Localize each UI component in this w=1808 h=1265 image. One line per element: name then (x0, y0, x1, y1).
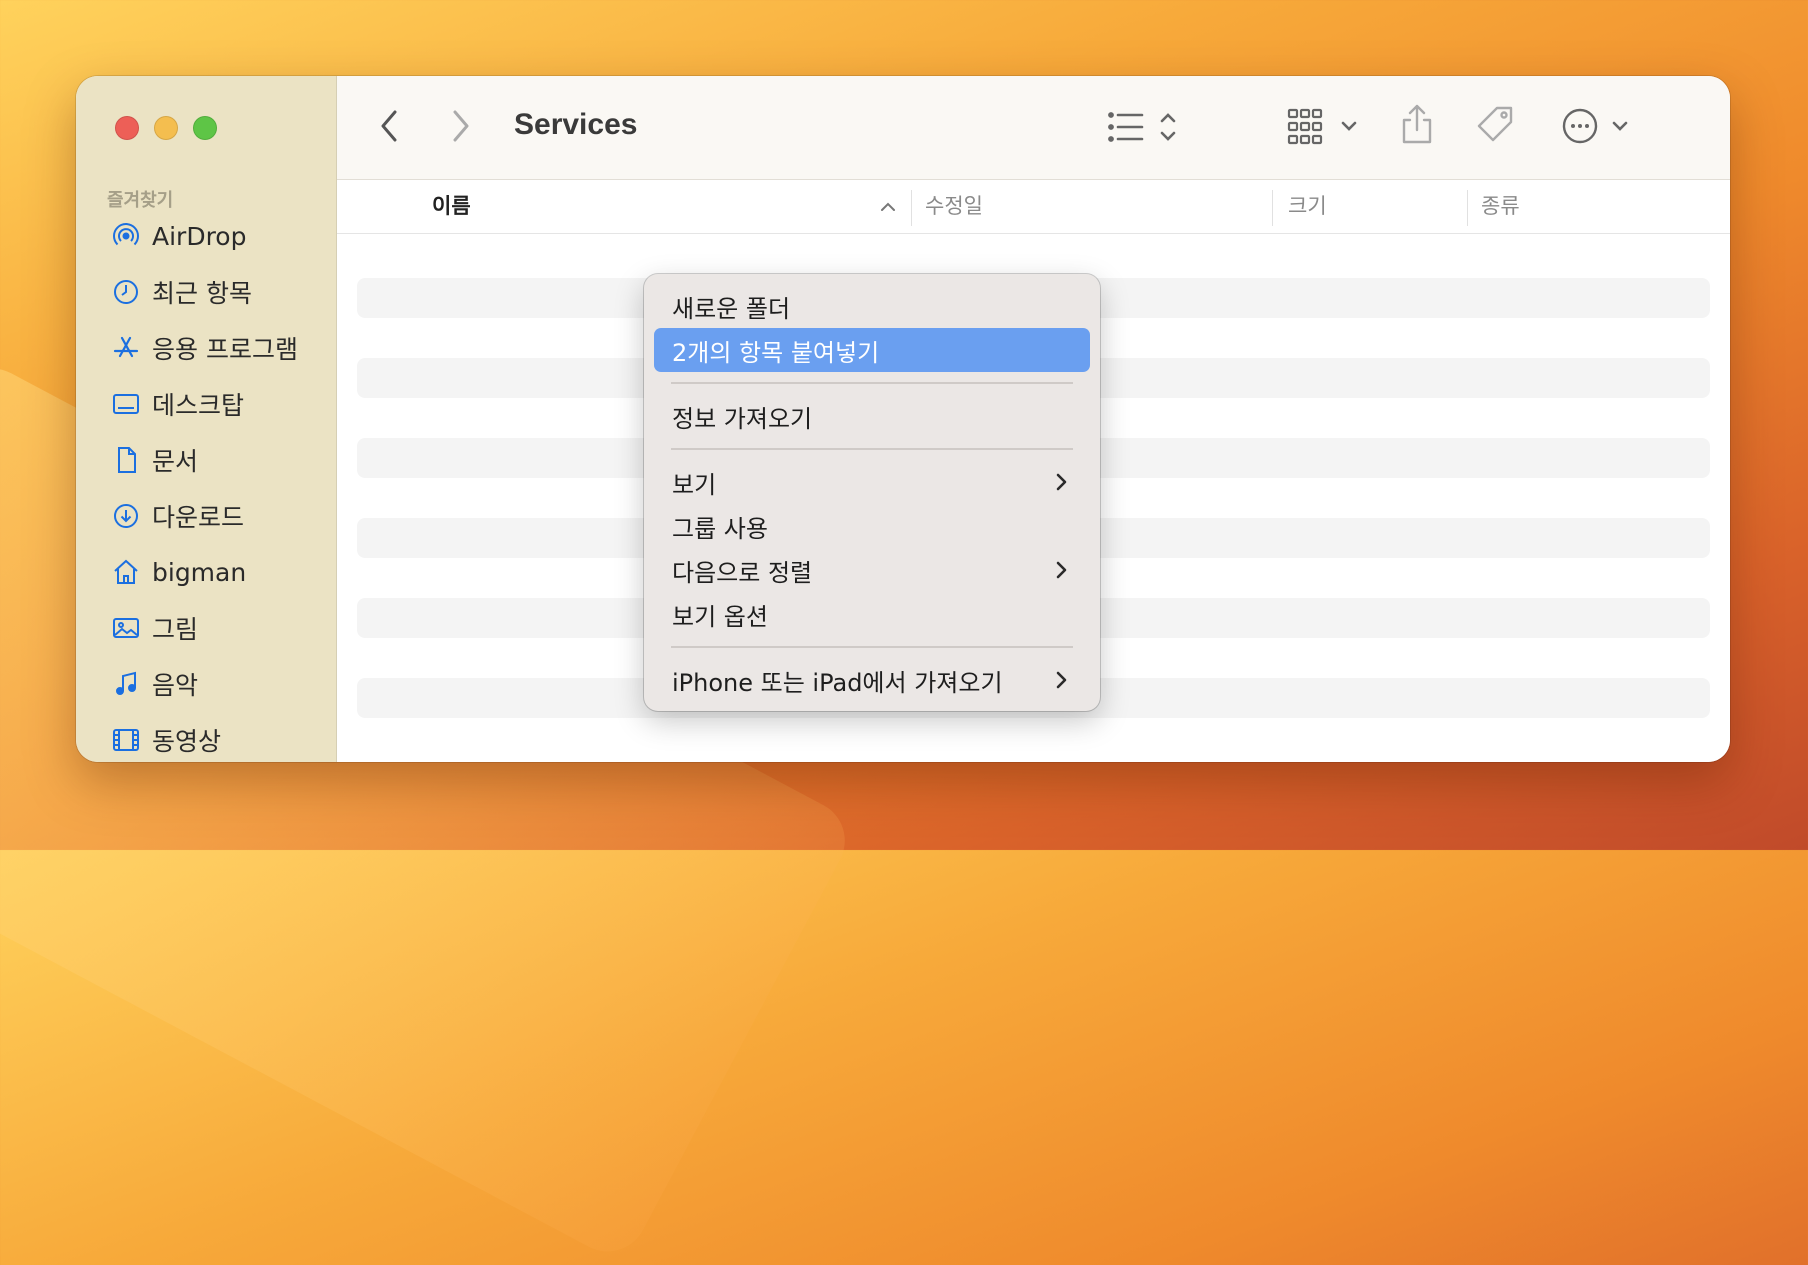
sidebar-item-label: 데스크탑 (152, 391, 245, 420)
window-controls (115, 116, 217, 140)
zoom-window-button[interactable] (193, 116, 217, 140)
back-button[interactable] (375, 106, 405, 146)
sidebar-item-label: 음악 (152, 671, 199, 700)
sidebar-item-airdrop[interactable]: AirDrop (76, 208, 336, 264)
sidebar-item-label: 그림 (152, 615, 199, 644)
sidebar-list: AirDrop 최근 항목 응용 프로그램 데스크탑 문서 다운로드 bigma… (76, 208, 336, 762)
airdrop-icon (110, 220, 142, 252)
group-view-button[interactable] (1287, 106, 1363, 146)
menu-item-label: 그룹 사용 (672, 514, 768, 543)
menu-item-label: 다음으로 정렬 (672, 558, 813, 587)
sidebar-item-label: 동영상 (152, 727, 222, 756)
desktop-icon (110, 388, 142, 420)
sort-ascending-icon (879, 198, 897, 216)
menu-item-paste-items[interactable]: 2개의 항목 붙여넣기 (654, 328, 1090, 372)
sidebar-item-pictures[interactable]: 그림 (76, 600, 336, 656)
sidebar-item-label: bigman (152, 557, 247, 587)
menu-separator (671, 448, 1073, 450)
menu-item-view-options[interactable]: 보기 옵션 (654, 592, 1090, 636)
menu-item-label: 새로운 폴더 (672, 294, 791, 323)
sidebar-item-movies[interactable]: 동영상 (76, 712, 336, 762)
column-divider (1272, 190, 1273, 226)
minimize-window-button[interactable] (154, 116, 178, 140)
sidebar: 즐겨찾기 AirDrop 최근 항목 응용 프로그램 데스크탑 문서 다운로드 … (76, 76, 337, 762)
sidebar-item-label: AirDrop (152, 221, 247, 251)
column-divider (911, 190, 912, 226)
sidebar-item-recents[interactable]: 최근 항목 (76, 264, 336, 320)
menu-separator (671, 382, 1073, 384)
menu-item-use-groups[interactable]: 그룹 사용 (654, 504, 1090, 548)
sidebar-item-label: 응용 프로그램 (152, 335, 298, 364)
menu-item-new-folder[interactable]: 새로운 폴더 (654, 284, 1090, 328)
menu-item-sort-by[interactable]: 다음으로 정렬 (654, 548, 1090, 592)
menu-item-get-info[interactable]: 정보 가져오기 (654, 394, 1090, 438)
column-header-name[interactable]: 이름 (432, 190, 471, 220)
chevron-right-icon (1050, 559, 1072, 581)
applications-icon (110, 332, 142, 364)
toolbar: Services (337, 76, 1730, 180)
pictures-icon (110, 612, 142, 644)
menu-item-import-from-iphone[interactable]: iPhone 또는 iPad에서 가져오기 (654, 658, 1090, 702)
sidebar-item-music[interactable]: 음악 (76, 656, 336, 712)
column-header-modified[interactable]: 수정일 (925, 190, 983, 220)
chevron-right-icon (1050, 471, 1072, 493)
music-icon (110, 668, 142, 700)
column-header-bar: 이름 수정일 크기 종류 (337, 180, 1730, 234)
menu-item-label: 보기 옵션 (672, 602, 768, 631)
sidebar-item-label: 최근 항목 (152, 279, 252, 308)
tag-icon[interactable] (1475, 104, 1517, 146)
film-icon (110, 724, 142, 756)
menu-item-view[interactable]: 보기 (654, 460, 1090, 504)
home-icon (110, 556, 142, 588)
list-view-button[interactable] (1107, 109, 1183, 145)
chevron-right-icon (1050, 669, 1072, 691)
sidebar-item-applications[interactable]: 응용 프로그램 (76, 320, 336, 376)
document-icon (110, 444, 142, 476)
menu-item-label: iPhone 또는 iPad에서 가져오기 (672, 668, 1003, 697)
download-icon (110, 500, 142, 532)
context-menu: 새로운 폴더 2개의 항목 붙여넣기 정보 가져오기 보기 그룹 사용 다음으로… (644, 274, 1100, 711)
sidebar-item-label: 다운로드 (152, 503, 245, 532)
sidebar-item-documents[interactable]: 문서 (76, 432, 336, 488)
share-icon[interactable] (1400, 102, 1434, 146)
menu-item-label: 보기 (672, 470, 717, 499)
column-header-size[interactable]: 크기 (1288, 190, 1327, 220)
sidebar-item-label: 문서 (152, 447, 199, 476)
menu-item-label: 2개의 항목 붙여넣기 (672, 338, 880, 367)
forward-button[interactable] (445, 106, 475, 146)
clock-icon (110, 276, 142, 308)
sidebar-item-desktop[interactable]: 데스크탑 (76, 376, 336, 432)
close-window-button[interactable] (115, 116, 139, 140)
column-divider (1467, 190, 1468, 226)
sidebar-item-home[interactable]: bigman (76, 544, 336, 600)
menu-separator (671, 646, 1073, 648)
column-header-kind[interactable]: 종류 (1481, 190, 1520, 220)
sidebar-item-downloads[interactable]: 다운로드 (76, 488, 336, 544)
more-actions-button[interactable] (1562, 106, 1634, 146)
menu-item-label: 정보 가져오기 (672, 404, 813, 433)
window-title: Services (514, 108, 638, 141)
